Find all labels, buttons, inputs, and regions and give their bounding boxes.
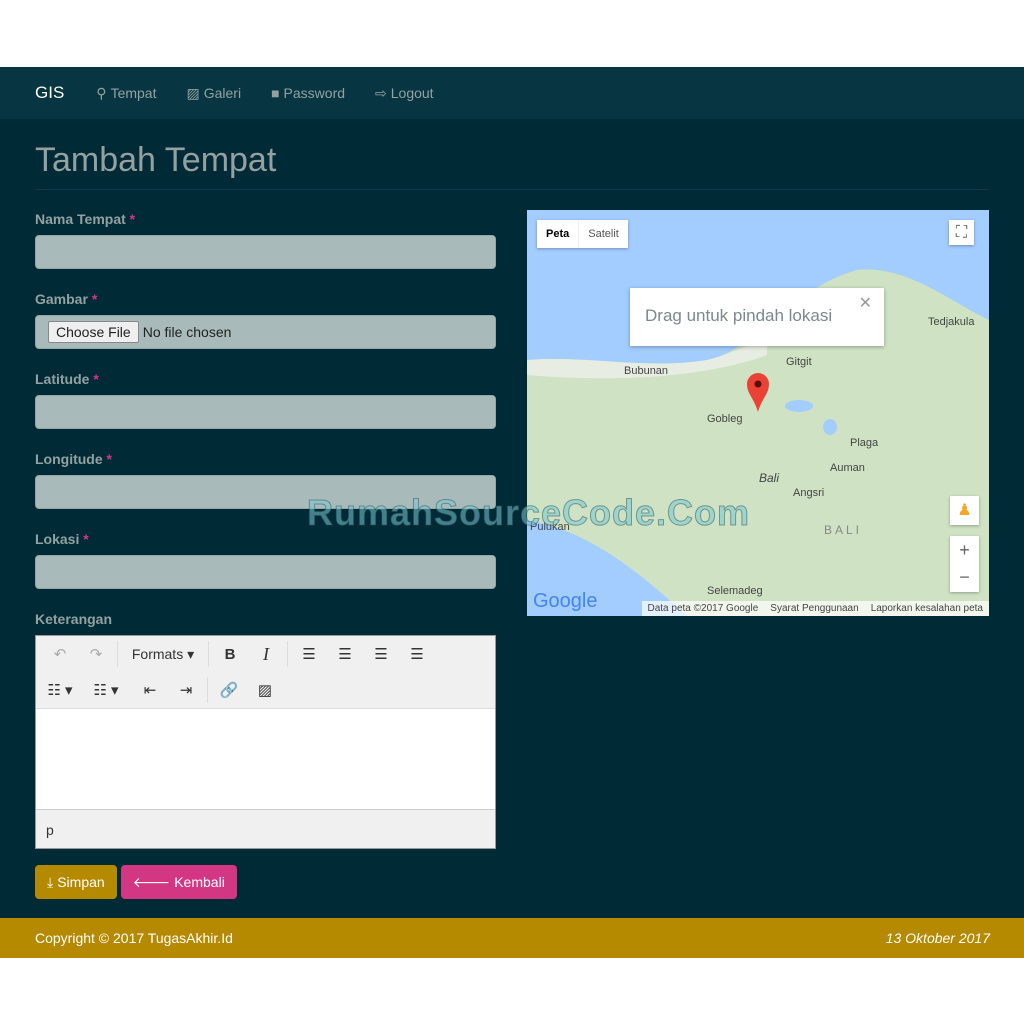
main-content: Tambah Tempat Nama Tempat * Gambar * Cho…: [0, 119, 1024, 918]
logout-icon: ⇨: [375, 84, 387, 101]
align-right-icon[interactable]: ☰: [363, 645, 399, 663]
nama-tempat-input[interactable]: [35, 235, 496, 269]
nav-tempat[interactable]: ⚲ Tempat: [96, 85, 156, 102]
lokasi-label: Lokasi *: [35, 531, 89, 547]
image-icon[interactable]: ▨: [247, 681, 283, 699]
navbar: GIS ⚲ Tempat ▨ Galeri ■ Password ⇨ Logout: [0, 67, 1024, 119]
bold-icon[interactable]: B: [212, 646, 248, 663]
italic-icon[interactable]: I: [248, 644, 284, 665]
download-icon: ⤓: [47, 873, 54, 890]
footer-date: 13 Oktober 2017: [885, 930, 990, 946]
numbered-list-icon[interactable]: ☷ ▾: [88, 681, 124, 699]
fullscreen-button[interactable]: ⛶: [949, 220, 974, 245]
editor-content-area[interactable]: [36, 708, 495, 810]
separator: [287, 641, 288, 667]
map-type-control: Peta Satelit: [537, 220, 628, 248]
map[interactable]: Peta Satelit ⛶ ♟ + − Drag untuk pindah l…: [527, 210, 989, 616]
place-label: BALI: [824, 523, 863, 537]
lokasi-input[interactable]: [35, 555, 496, 589]
place-form: Nama Tempat * Gambar * Choose File No fil…: [35, 211, 497, 899]
map-marker-icon: ⚲: [96, 84, 107, 101]
nav-label: Galeri: [203, 85, 242, 101]
map-type-peta[interactable]: Peta: [537, 220, 580, 248]
place-label: Tedjakula: [928, 316, 975, 328]
nama-label: Nama Tempat *: [35, 211, 136, 227]
separator: [207, 677, 208, 703]
place-label: Gitgit: [786, 356, 812, 368]
link-icon[interactable]: 🔗: [211, 681, 247, 699]
keterangan-label: Keterangan: [35, 611, 113, 627]
separator: [117, 641, 118, 667]
place-label: Pulukan: [530, 521, 570, 533]
separator: [208, 641, 209, 667]
zoom-control: + −: [950, 536, 979, 592]
google-logo: Google: [533, 590, 598, 612]
map-data-text: Data peta ©2017 Google: [647, 603, 759, 614]
file-status: No file chosen: [142, 324, 232, 340]
lock-icon: ■: [271, 85, 280, 101]
latitude-label: Latitude *: [35, 371, 99, 387]
arrow-left-icon: 🡐: [132, 873, 171, 890]
redo-icon[interactable]: ↷: [78, 645, 114, 663]
bullet-list-icon[interactable]: ☷ ▾: [42, 681, 78, 699]
map-attribution: Data peta ©2017 Google Syarat Penggunaan…: [641, 601, 989, 616]
simpan-button[interactable]: ⤓ Simpan: [35, 865, 117, 899]
zoom-in-button[interactable]: +: [950, 536, 979, 564]
nav-galeri[interactable]: ▨ Galeri: [186, 85, 241, 102]
close-icon[interactable]: ✕: [859, 293, 872, 313]
longitude-label: Longitude *: [35, 451, 112, 467]
align-justify-icon[interactable]: ☰: [399, 645, 435, 663]
place-label: Plaga: [850, 437, 879, 449]
footer: Copyright © 2017 TugasAkhir.Id 13 Oktobe…: [0, 918, 1024, 958]
map-marker-icon[interactable]: [746, 372, 770, 414]
formats-dropdown[interactable]: Formats ▾: [121, 646, 205, 663]
info-window-text: Drag untuk pindah lokasi: [645, 306, 833, 325]
outdent-icon[interactable]: ⇤: [132, 681, 168, 699]
place-label: Selemadeg: [707, 585, 763, 597]
nav-label: Tempat: [110, 85, 157, 101]
button-label: Kembali: [174, 874, 225, 890]
divider: [35, 189, 989, 190]
indent-icon[interactable]: ⇥: [168, 681, 204, 699]
rich-text-editor: ↶ ↷ Formats ▾ B I ☰ ☰ ☰ ☰ ☷ ▾ ☷ ▾ ⇤ ⇥ 🔗 …: [35, 635, 496, 849]
place-label: Bubunan: [624, 365, 669, 377]
picture-icon: ▨: [186, 84, 200, 101]
editor-toolbar-row-2: ☷ ▾ ☷ ▾ ⇤ ⇥ 🔗 ▨: [36, 672, 495, 708]
gambar-file-input[interactable]: Choose File No file chosen: [35, 315, 496, 349]
kembali-button[interactable]: 🡐 Kembali: [120, 865, 237, 899]
place-label: Gobleg: [707, 413, 743, 425]
brand[interactable]: GIS: [35, 83, 64, 103]
align-center-icon[interactable]: ☰: [327, 645, 363, 663]
button-label: Simpan: [57, 874, 105, 890]
longitude-input[interactable]: [35, 475, 496, 509]
pegman-icon[interactable]: ♟: [950, 496, 979, 525]
nav-label: Password: [283, 85, 346, 101]
page-title: Tambah Tempat: [35, 141, 277, 179]
nav-logout[interactable]: ⇨ Logout: [375, 85, 434, 102]
align-left-icon[interactable]: ☰: [291, 645, 327, 663]
nav-label: Logout: [390, 85, 434, 101]
place-label: Auman: [830, 462, 865, 474]
place-label: Bali: [759, 471, 780, 485]
info-window: Drag untuk pindah lokasi ✕: [630, 288, 884, 346]
terms-link[interactable]: Syarat Penggunaan: [770, 603, 858, 614]
gambar-label: Gambar *: [35, 291, 98, 307]
map-type-satelit[interactable]: Satelit: [579, 220, 628, 248]
undo-icon[interactable]: ↶: [42, 645, 78, 663]
nav-password[interactable]: ■ Password: [271, 85, 345, 101]
latitude-input[interactable]: [35, 395, 496, 429]
copyright: Copyright © 2017 TugasAkhir.Id: [35, 930, 233, 946]
place-label: Angsri: [793, 487, 825, 499]
editor-toolbar-row-1: ↶ ↷ Formats ▾ B I ☰ ☰ ☰ ☰: [36, 636, 495, 672]
zoom-out-button[interactable]: −: [950, 564, 979, 592]
choose-file-button[interactable]: Choose File: [48, 321, 139, 343]
editor-status-bar: p: [46, 822, 54, 838]
report-error-link[interactable]: Laporkan kesalahan peta: [871, 603, 983, 614]
